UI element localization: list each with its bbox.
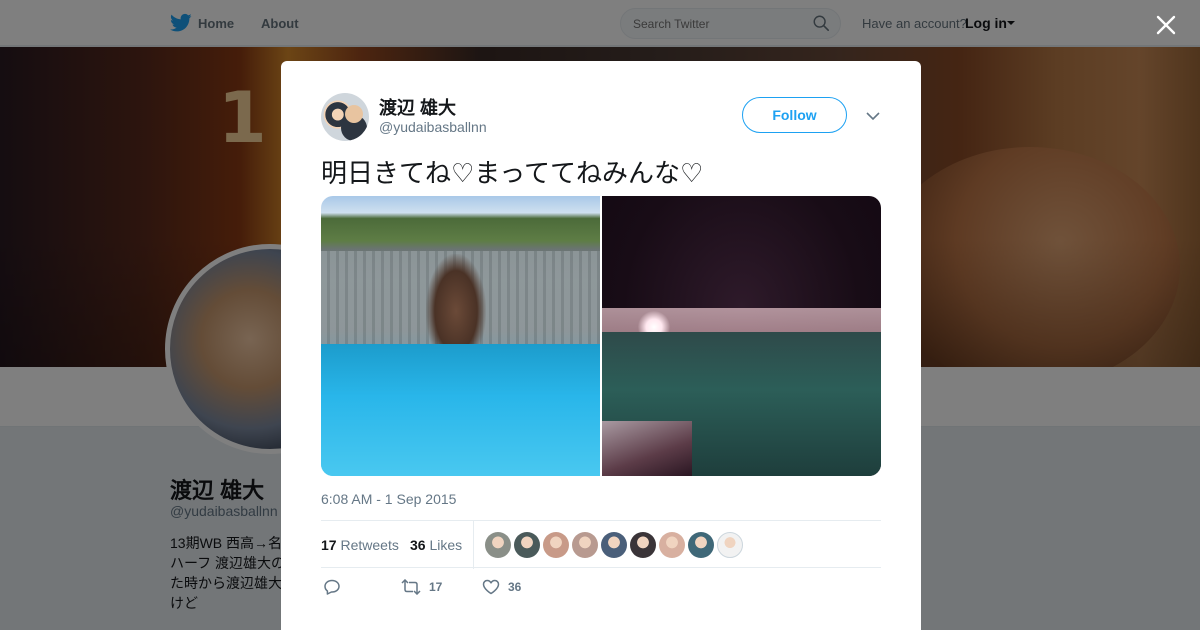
retweets-stat[interactable]: 17 Retweets [321,537,399,553]
photo-water [321,344,600,476]
likes-label: Likes [429,537,463,553]
retweet-button[interactable]: 17 [401,579,442,595]
tweet-modal: 渡辺 雄大 @yudaibasballnn Follow 明日きてね♡まっててね… [281,61,921,630]
liker-avatar[interactable] [688,532,714,558]
tweet-author-avatar[interactable] [321,93,369,141]
likes-count: 36 [410,537,426,553]
photo-statue [426,254,486,349]
chevron-down-icon[interactable] [865,109,881,123]
follow-button[interactable]: Follow [742,97,847,133]
liker-avatar[interactable] [572,532,598,558]
tweet-photo-day-pool[interactable] [321,196,600,476]
tweet-text: 明日きてね♡まっててねみんな♡ [321,159,704,189]
retweet-action-count: 17 [429,580,443,594]
tweet-stats: 17 Retweets 36 Likes [321,520,881,569]
tweet-actions: 17 36 [321,579,881,599]
tweet-author-name[interactable]: 渡辺 雄大 [379,94,456,120]
liker-avatar[interactable] [630,532,656,558]
tweet-timestamp[interactable]: 6:08 AM - 1 Sep 2015 [321,491,456,507]
like-action-count: 36 [508,580,522,594]
heart-icon [482,579,500,595]
reply-button[interactable] [323,579,341,595]
like-button[interactable]: 36 [482,579,521,595]
liker-avatars [485,532,743,558]
retweets-count: 17 [321,537,337,553]
liker-avatar[interactable] [514,532,540,558]
liker-avatar[interactable] [659,532,685,558]
tweet-photo-night-pool[interactable] [602,196,881,476]
liker-avatar[interactable] [543,532,569,558]
reply-icon [324,579,340,595]
close-icon[interactable] [1155,14,1177,36]
liker-avatar[interactable] [717,532,743,558]
retweet-icon [401,579,421,595]
liker-avatar[interactable] [601,532,627,558]
tweet-author-handle[interactable]: @yudaibasballnn [379,119,487,135]
liker-avatar[interactable] [485,532,511,558]
retweets-label: Retweets [340,537,399,553]
likes-stat[interactable]: 36 Likes [410,537,462,553]
tweet-media [321,196,881,476]
stats-divider [473,521,474,569]
photo-pool-edge [602,421,692,476]
